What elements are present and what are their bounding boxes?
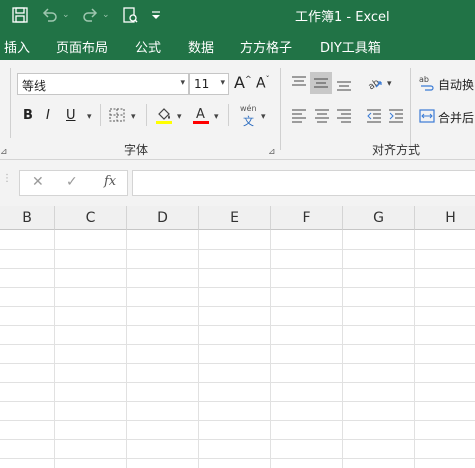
print-preview-icon[interactable]: [120, 5, 140, 25]
phonetic-dropdown-icon[interactable]: ▾: [261, 112, 266, 122]
align-left-icon[interactable]: [291, 108, 307, 124]
align-center-icon[interactable]: [314, 108, 330, 124]
tab-data[interactable]: 数据: [188, 37, 214, 56]
bold-button[interactable]: B: [23, 108, 33, 123]
tab-formulas[interactable]: 公式: [135, 37, 161, 56]
row-gridline: [0, 439, 475, 440]
redo-dropdown-icon[interactable]: ⌄: [102, 5, 110, 25]
formula-bar: ⋮ ✕ ✓ fx: [0, 160, 475, 206]
alignment-group-label: 对齐方式: [372, 143, 421, 157]
font-group-label: 字体: [124, 143, 149, 157]
ribbon-home: 等线 ▾ 11 ▾ A^ Aˇ B I U ▾ ▾ ▾ A ▾ wén 文 ▾ …: [0, 60, 475, 160]
grow-font-icon[interactable]: A^: [234, 73, 252, 92]
svg-text:A: A: [196, 107, 205, 122]
align-right-icon[interactable]: [336, 108, 352, 124]
enter-button[interactable]: ✓: [66, 174, 78, 190]
fill-color-icon[interactable]: [155, 105, 173, 125]
formula-buttons: ✕ ✓ fx: [19, 170, 128, 196]
group-separator: [10, 68, 11, 138]
save-icon[interactable]: [10, 5, 30, 25]
wrap-text-label[interactable]: 自动换: [438, 76, 474, 93]
row-gridline: [0, 458, 475, 459]
column-gridline: [54, 230, 55, 468]
column-gridline: [414, 230, 415, 468]
customize-quick-access-icon[interactable]: [150, 5, 162, 25]
worksheet-grid[interactable]: B C D E F G H: [0, 206, 475, 468]
italic-button[interactable]: I: [46, 108, 50, 123]
column-gridline: [126, 230, 127, 468]
ribbon-tabs: 插入 页面布局 公式 数据 方方格子 DIY工具箱: [0, 30, 475, 60]
font-name-box[interactable]: 等线 ▾: [17, 73, 189, 95]
orientation-icon[interactable]: ab: [366, 73, 384, 91]
divider: [146, 104, 147, 126]
orientation-dropdown-icon[interactable]: ▾: [387, 79, 392, 89]
row-gridline: [0, 287, 475, 288]
column-gridline: [342, 230, 343, 468]
shrink-font-icon[interactable]: Aˇ: [256, 75, 270, 92]
fill-color-dropdown-icon[interactable]: ▾: [177, 112, 182, 122]
column-gridline: [270, 230, 271, 468]
font-size-dropdown-icon[interactable]: ▾: [220, 78, 225, 88]
clipboard-dialog-launcher-icon[interactable]: ⊿: [0, 147, 8, 157]
increase-indent-icon[interactable]: [388, 108, 404, 124]
title-bar: ⌄ ⌄ 工作簿1 - Excel: [0, 0, 475, 30]
undo-dropdown-icon[interactable]: ⌄: [62, 5, 70, 25]
undo-icon[interactable]: [40, 5, 60, 25]
column-header-f[interactable]: F: [271, 206, 343, 230]
name-box-splitter-icon[interactable]: ⋮: [2, 173, 12, 184]
tab-fangfang[interactable]: 方方格子: [240, 37, 292, 56]
group-separator: [280, 68, 281, 150]
align-bottom-icon[interactable]: [336, 75, 352, 93]
row-gridline: [0, 382, 475, 383]
column-header-e[interactable]: E: [199, 206, 271, 230]
row-gridline: [0, 420, 475, 421]
row-gridline: [0, 325, 475, 326]
tab-insert[interactable]: 插入: [4, 37, 30, 56]
row-gridline: [0, 344, 475, 345]
font-size-value: 11: [194, 77, 210, 91]
phonetic-guide-icon[interactable]: 文: [243, 113, 254, 129]
border-icon[interactable]: [108, 107, 126, 123]
font-name-dropdown-icon[interactable]: ▾: [180, 78, 185, 88]
svg-text:ab: ab: [419, 75, 429, 84]
insert-function-button[interactable]: fx: [104, 174, 116, 189]
wrap-text-icon[interactable]: ab: [419, 74, 435, 92]
border-dropdown-icon[interactable]: ▾: [131, 112, 136, 122]
column-header-d[interactable]: D: [127, 206, 199, 230]
decrease-indent-icon[interactable]: [366, 108, 382, 124]
merge-center-label[interactable]: 合并后: [438, 109, 474, 126]
font-size-box[interactable]: 11 ▾: [189, 73, 229, 95]
redo-icon[interactable]: [80, 5, 100, 25]
column-header-g[interactable]: G: [343, 206, 415, 230]
divider: [228, 104, 229, 126]
underline-dropdown-icon[interactable]: ▾: [87, 112, 92, 122]
column-header-h[interactable]: H: [415, 206, 475, 230]
row-gridline: [0, 306, 475, 307]
column-gridline: [198, 230, 199, 468]
font-color-dropdown-icon[interactable]: ▾: [214, 112, 219, 122]
column-header-c[interactable]: C: [55, 206, 127, 230]
divider: [100, 104, 101, 126]
window-title: 工作簿1 - Excel: [295, 10, 390, 25]
group-separator: [410, 68, 411, 150]
row-gridline: [0, 249, 475, 250]
merge-center-icon[interactable]: [419, 108, 435, 124]
row-gridline: [0, 401, 475, 402]
align-middle-button[interactable]: [310, 72, 332, 94]
tab-page-layout[interactable]: 页面布局: [56, 37, 108, 56]
phonetic-top: wén: [240, 104, 257, 113]
row-gridline: [0, 363, 475, 364]
font-color-icon[interactable]: A: [192, 105, 210, 125]
row-gridline: [0, 268, 475, 269]
font-name-value: 等线: [22, 79, 47, 93]
tab-diy-toolbox[interactable]: DIY工具箱: [320, 37, 381, 56]
cancel-button[interactable]: ✕: [32, 174, 44, 190]
font-dialog-launcher-icon[interactable]: ⊿: [268, 147, 276, 157]
formula-input[interactable]: [132, 170, 475, 196]
align-top-icon[interactable]: [291, 75, 307, 91]
underline-button[interactable]: U: [66, 108, 76, 123]
column-header-b[interactable]: B: [0, 206, 55, 230]
